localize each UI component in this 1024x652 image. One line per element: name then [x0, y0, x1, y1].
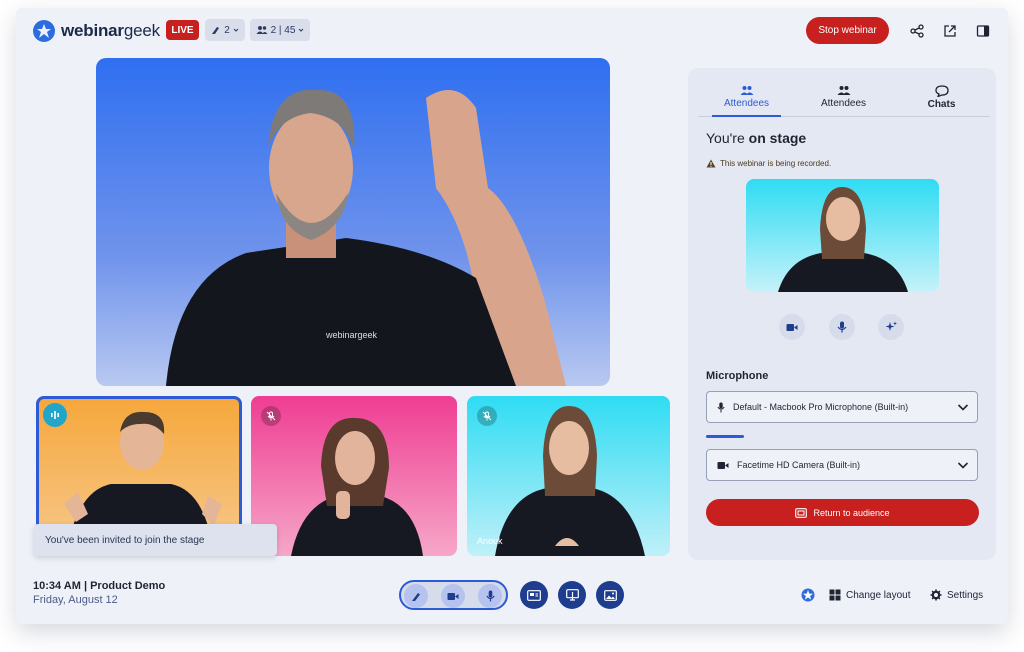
camera-toggle-button[interactable]: [441, 584, 465, 608]
recording-notice: This webinar is being recorded.: [706, 159, 831, 168]
microphone-icon: [717, 402, 725, 413]
microphone-level-meter: [706, 435, 744, 438]
camera-select[interactable]: Facetime HD Camera (Built-in): [706, 449, 978, 481]
video-camera-icon: [717, 461, 729, 470]
return-button-label: Return to audience: [813, 507, 890, 518]
microphone-select-value: Default - Macbook Pro Microphone (Built-…: [733, 402, 909, 412]
share-screen-button[interactable]: [520, 581, 548, 609]
stage-invite-toast: You've been invited to join the stage: [34, 524, 277, 556]
presentation-button[interactable]: [558, 581, 586, 609]
settings-label: Settings: [947, 589, 984, 601]
share-icon[interactable]: [908, 22, 926, 40]
media-image-button[interactable]: [596, 581, 624, 609]
exit-stage-icon: [795, 507, 808, 518]
sparkles-icon: [885, 321, 897, 333]
chevron-down-icon: [233, 27, 239, 33]
panel-title: You're on stage: [706, 130, 807, 146]
speaking-indicator-icon: [43, 403, 67, 427]
people-icon: [740, 85, 754, 96]
microphone-section-label: Microphone: [706, 370, 769, 382]
main-speaker-video: webinargeek: [96, 58, 610, 386]
panel-tabs: Attendees Attendees Chats: [698, 78, 990, 117]
participant-name: Anouk: [477, 536, 503, 546]
webinargeek-logo-icon: [33, 20, 55, 42]
stop-webinar-button[interactable]: Stop webinar: [806, 17, 889, 44]
chat-bubble-icon: [934, 84, 949, 97]
tab-chats[interactable]: Chats: [893, 78, 990, 116]
screen-share-icon: [527, 589, 541, 601]
gear-icon: [930, 589, 942, 601]
change-layout-button[interactable]: Change layout: [829, 586, 911, 604]
attendees-dropdown[interactable]: 2 | 45: [250, 19, 310, 41]
brand-shortcut[interactable]: [801, 586, 815, 604]
presentation-icon: [565, 589, 579, 601]
chevron-down-icon: [957, 402, 969, 412]
chevron-down-icon: [957, 460, 969, 470]
webinargeek-logo-icon: [801, 588, 815, 602]
main-speaker-silhouette: webinargeek: [166, 89, 566, 386]
microphone-icon: [485, 590, 495, 602]
settings-button[interactable]: Settings: [930, 586, 983, 604]
tab-attendees-stage[interactable]: Attendees: [698, 78, 795, 117]
tab-label: Attendees: [820, 98, 867, 109]
speakers-dropdown[interactable]: 2: [205, 19, 245, 41]
attendees-count: 2 | 45: [270, 24, 296, 36]
tab-label: Attendees: [723, 98, 770, 109]
toggle-microphone-button[interactable]: [829, 314, 855, 340]
toggle-sidebar-icon[interactable]: [974, 22, 992, 40]
video-camera-icon: [447, 592, 459, 601]
speaker-icon: [411, 591, 422, 602]
video-camera-icon: [786, 323, 798, 332]
brand-logo[interactable]: webinargeek: [33, 20, 160, 42]
speakers-count: 2: [224, 24, 230, 36]
effects-button[interactable]: [878, 314, 904, 340]
session-time-title: 10:34 AM | Product Demo: [33, 580, 166, 592]
external-link-icon[interactable]: [941, 22, 959, 40]
stage-toggle-button[interactable]: [404, 584, 428, 608]
toggle-camera-button[interactable]: [779, 314, 805, 340]
self-camera-preview: [746, 179, 939, 292]
people-icon: [837, 85, 851, 96]
image-icon: [603, 589, 617, 601]
self-preview-silhouette: [778, 187, 908, 292]
people-icon: [256, 25, 268, 35]
camera-select-value: Facetime HD Camera (Built-in): [737, 460, 861, 470]
microphone-icon: [837, 321, 847, 333]
change-layout-label: Change layout: [846, 589, 911, 601]
chevron-down-icon: [298, 27, 304, 33]
participant-silhouette: [291, 417, 423, 556]
layout-grid-icon: [829, 589, 841, 601]
warning-icon: [706, 159, 716, 168]
participant-tile[interactable]: [251, 396, 457, 556]
tab-label: Chats: [927, 98, 956, 110]
session-date: Friday, August 12: [33, 594, 118, 606]
speaker-icon: [211, 25, 221, 35]
svg-text:webinargeek: webinargeek: [325, 330, 378, 340]
webinar-app: webinargeek LIVE 2 2 | 45 Stop webinar w…: [16, 8, 1008, 624]
participant-tile[interactable]: Anouk: [467, 396, 670, 556]
microphone-toggle-button[interactable]: [478, 584, 502, 608]
mic-muted-icon: [261, 406, 281, 426]
participant-silhouette: [495, 406, 645, 556]
mic-muted-icon: [477, 406, 497, 426]
brand-name: webinargeek: [61, 21, 160, 40]
return-to-audience-button[interactable]: Return to audience: [706, 499, 979, 526]
live-badge: LIVE: [166, 20, 199, 40]
microphone-select[interactable]: Default - Macbook Pro Microphone (Built-…: [706, 391, 978, 423]
tab-attendees[interactable]: Attendees: [795, 78, 892, 116]
side-panel: Attendees Attendees Chats You're on stag…: [688, 68, 996, 560]
media-controls-group: [399, 580, 508, 610]
